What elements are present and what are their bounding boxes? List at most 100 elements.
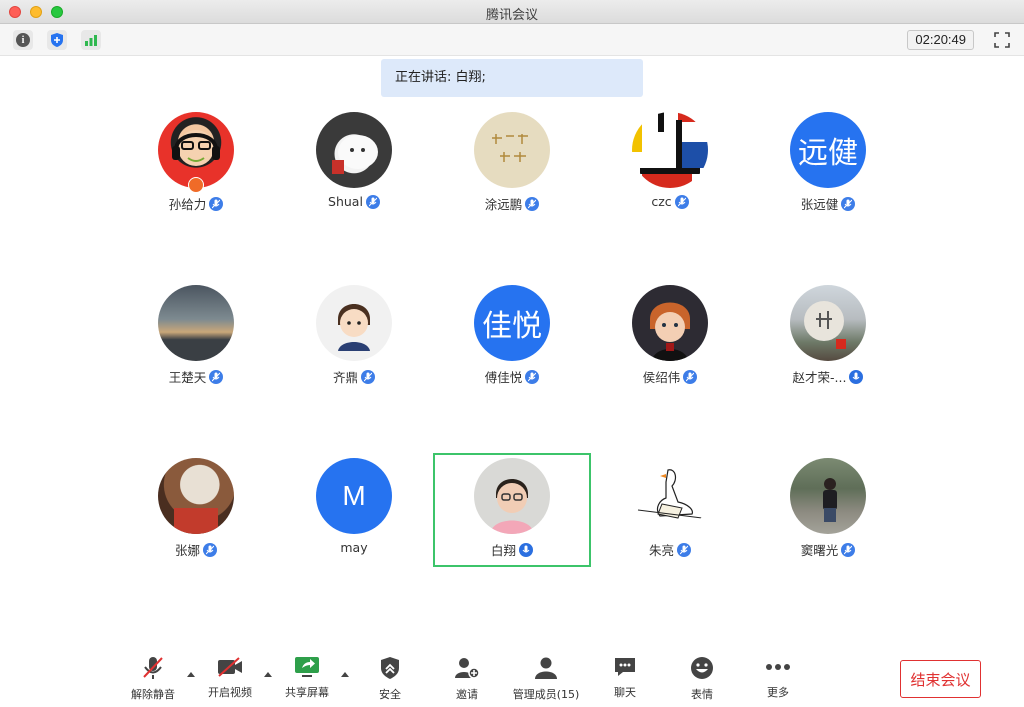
more-label: 更多 xyxy=(767,686,789,699)
participant-name: 孙给力 xyxy=(168,197,207,212)
avatar: 佳悦 xyxy=(474,285,550,361)
mic-muted-icon xyxy=(683,369,698,384)
participant-tile[interactable]: 朱亮 xyxy=(592,453,748,567)
security-button[interactable]: 安全 xyxy=(355,656,425,701)
participant-tile[interactable]: Shual xyxy=(276,107,432,221)
participant-name: 白翔 xyxy=(490,543,516,558)
mic-muted-icon xyxy=(209,369,224,384)
chat-label: 聊天 xyxy=(614,686,636,699)
mic-muted-icon xyxy=(361,369,375,384)
avatar: 远健 xyxy=(790,112,866,188)
participant-tile[interactable]: 佳悦 傅佳悦 xyxy=(434,280,590,394)
avatar xyxy=(632,112,708,188)
participant-tile[interactable]: M may xyxy=(276,453,432,567)
mic-muted-icon xyxy=(203,542,217,557)
chat-button[interactable]: 聊天 xyxy=(590,656,660,700)
emoji-icon xyxy=(689,656,715,680)
participant-name: 朱亮 xyxy=(648,543,674,558)
participant-tile[interactable]: 远健 张远健 xyxy=(750,107,906,221)
security-shield-icon[interactable] xyxy=(47,30,67,50)
meeting-controls-bar: 解除静音 开启视频 共享屏幕 安全 邀请 管理成员(15) 聊天 表情 更多 xyxy=(0,652,1024,707)
avatar xyxy=(158,458,234,534)
participant-name: 涂远鹏 xyxy=(484,197,523,212)
reactions-label: 表情 xyxy=(691,688,713,701)
end-meeting-button[interactable]: 结束会议 xyxy=(900,660,981,698)
avatar: M xyxy=(316,458,392,534)
window-title: 腾讯会议 xyxy=(485,8,538,23)
share-options-caret-icon[interactable] xyxy=(341,672,349,677)
mic-muted-icon xyxy=(841,196,856,211)
security-label: 安全 xyxy=(379,688,401,701)
more-icon xyxy=(765,656,791,678)
meeting-timer: 02:20:49 xyxy=(907,30,974,50)
avatar xyxy=(316,112,392,188)
mic-on-icon xyxy=(849,369,864,384)
start-video-button[interactable]: 开启视频 xyxy=(195,656,265,700)
avatar xyxy=(790,285,866,361)
avatar xyxy=(632,285,708,361)
reactions-button[interactable]: 表情 xyxy=(667,656,737,701)
invite-icon xyxy=(454,656,480,680)
unmute-label: 解除静音 xyxy=(131,688,175,701)
participant-name: 傅佳悦 xyxy=(484,370,523,385)
share-screen-button[interactable]: 共享屏幕 xyxy=(272,656,342,700)
participant-name: czc xyxy=(651,194,672,209)
participant-name: Shual xyxy=(328,194,363,209)
participant-name: 王楚天 xyxy=(168,370,207,385)
host-badge-icon xyxy=(188,177,204,193)
participant-name: 齐鼎 xyxy=(332,370,358,385)
signal-icon[interactable] xyxy=(81,30,101,50)
unmute-button[interactable]: 解除静音 xyxy=(118,656,188,701)
avatar xyxy=(790,458,866,534)
avatar xyxy=(158,285,234,361)
participant-tile-active-speaker[interactable]: 白翔 xyxy=(434,453,590,567)
participant-tile[interactable]: czc xyxy=(592,107,748,221)
audio-options-caret-icon[interactable] xyxy=(187,672,195,677)
participant-tile[interactable]: 侯绍伟 xyxy=(592,280,748,394)
avatar xyxy=(474,458,550,534)
participant-name: 张远健 xyxy=(800,197,839,212)
mic-muted-icon xyxy=(365,194,380,209)
avatar xyxy=(474,112,550,188)
participant-tile[interactable]: 齐鼎 xyxy=(276,280,432,394)
participant-tile[interactable]: 涂远鹏 xyxy=(434,107,590,221)
title-bar: 腾讯会议 xyxy=(0,0,1024,24)
mic-muted-icon xyxy=(841,542,856,557)
participant-name: 窦曙光 xyxy=(800,543,839,558)
info-icon[interactable]: i xyxy=(13,30,33,50)
invite-button[interactable]: 邀请 xyxy=(432,656,502,701)
invite-label: 邀请 xyxy=(456,688,478,701)
chat-icon xyxy=(612,656,638,678)
more-button[interactable]: 更多 xyxy=(743,656,813,700)
participant-name: may xyxy=(340,540,368,555)
avatar xyxy=(316,285,392,361)
avatar xyxy=(632,458,708,534)
mic-muted-icon xyxy=(525,196,540,211)
mic-muted-icon xyxy=(140,656,166,680)
participant-name: 张娜 xyxy=(174,543,200,558)
speaking-banner: 正在讲话: 白翔; xyxy=(381,59,643,97)
mic-muted-icon xyxy=(209,196,224,211)
share-screen-icon xyxy=(294,656,320,678)
mic-on-icon xyxy=(519,542,533,557)
participant-tile[interactable]: 窦曙光 xyxy=(750,453,906,567)
participant-tile[interactable]: 张娜 xyxy=(118,453,274,567)
mic-muted-icon xyxy=(677,542,691,557)
manage-members-label: 管理成员(15) xyxy=(512,688,580,701)
meeting-toolbar: i 02:20:49 xyxy=(0,24,1024,56)
participant-name: 侯绍伟 xyxy=(642,370,681,385)
participant-tile[interactable]: 王楚天 xyxy=(118,280,274,394)
participant-tile[interactable]: 赵才荣-... xyxy=(750,280,906,394)
members-icon xyxy=(533,656,559,680)
fullscreen-icon[interactable] xyxy=(992,30,1012,50)
camera-off-icon xyxy=(217,656,243,678)
video-options-caret-icon[interactable] xyxy=(264,672,272,677)
mic-muted-icon xyxy=(674,194,689,209)
security-icon xyxy=(377,656,403,680)
mic-muted-icon xyxy=(525,369,540,384)
participant-name: 赵才荣-... xyxy=(792,370,847,385)
share-screen-label: 共享屏幕 xyxy=(285,686,329,699)
participant-tile[interactable]: 孙给力 xyxy=(118,107,274,221)
manage-members-button[interactable]: 管理成员(15) xyxy=(511,656,581,701)
start-video-label: 开启视频 xyxy=(208,686,252,699)
